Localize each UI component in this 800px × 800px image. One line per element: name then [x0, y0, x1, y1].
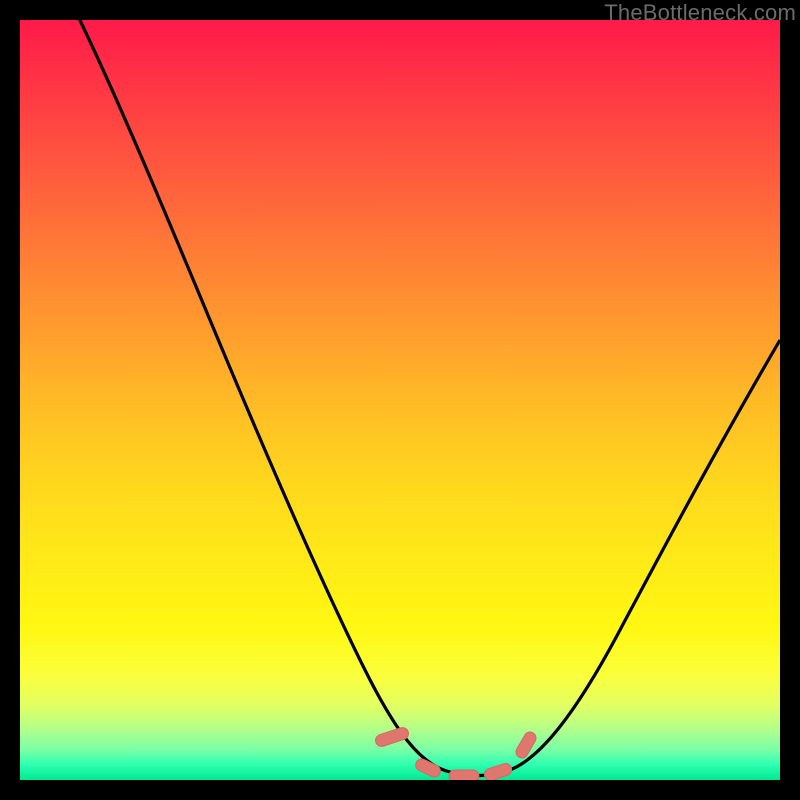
curve-path: [70, 20, 780, 776]
markers-group: [374, 726, 538, 780]
marker-3: [449, 770, 479, 780]
watermark-text: TheBottleneck.com: [604, 0, 796, 26]
plot-area: [20, 20, 780, 780]
chart-frame: [20, 20, 780, 780]
marker-4: [483, 762, 513, 780]
chart-svg: [20, 20, 780, 780]
marker-1: [374, 726, 410, 748]
